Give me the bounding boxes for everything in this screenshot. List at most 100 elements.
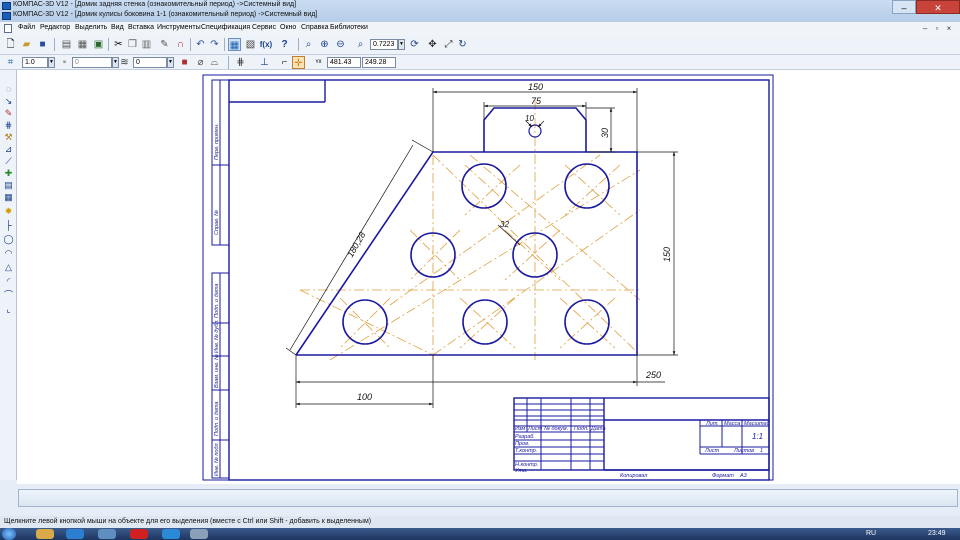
ie-icon[interactable] — [66, 529, 84, 539]
menu-select[interactable]: Выделить — [75, 24, 107, 31]
cut-icon[interactable]: ✂ — [112, 38, 125, 51]
zoom-scale-icon[interactable]: ⌕ — [354, 38, 367, 51]
ellipse-icon[interactable]: ◜ — [3, 276, 14, 287]
variables-icon[interactable]: ▦ — [228, 38, 241, 51]
zoom-out-icon[interactable]: ⊖ — [334, 38, 347, 51]
menu-editor[interactable]: Редактор — [40, 24, 70, 31]
save-icon[interactable]: ■ — [36, 38, 49, 51]
color-icon[interactable]: ■ — [178, 56, 191, 69]
snap-active-icon[interactable]: ✛ — [292, 56, 305, 69]
language-indicator[interactable]: RU — [866, 529, 876, 539]
fillet-icon[interactable]: ⌞ — [3, 304, 14, 315]
mdi-minimize-icon[interactable]: – — [920, 24, 930, 33]
circle-icon[interactable]: ◯ — [3, 234, 14, 245]
chevron-down-icon[interactable]: ▼ — [398, 39, 405, 50]
close-button[interactable]: ✕ — [916, 0, 960, 14]
style-field[interactable]: 0 — [72, 57, 112, 68]
tb-label-list: Лист — [527, 426, 543, 432]
designations-icon[interactable]: ✎ — [3, 108, 14, 119]
parametrization-icon[interactable]: ⚒ — [3, 132, 14, 143]
new-document-icon[interactable]: 🗋 — [4, 38, 17, 51]
arc-icon[interactable]: ◠ — [3, 248, 14, 259]
polygon-icon[interactable]: △ — [3, 262, 14, 273]
layer-field[interactable]: 0 — [133, 57, 167, 68]
binding-icon[interactable]: ⌀ — [194, 56, 207, 69]
line-width-field[interactable]: 1.0 — [22, 57, 48, 68]
minimize-button[interactable]: – — [892, 0, 916, 14]
grid-step-icon: ▪ — [62, 57, 67, 68]
axis-lines — [299, 100, 641, 361]
fx-button[interactable]: f(x) — [258, 38, 274, 51]
clock[interactable]: 23:49 — [928, 529, 946, 539]
menu-libraries[interactable]: Библиотеки — [330, 24, 368, 31]
zoom-scale-field[interactable]: 0.7223 — [370, 39, 398, 50]
dimensions-icon[interactable]: ↘ — [3, 96, 14, 107]
ortho-icon[interactable]: ⌐ — [278, 56, 291, 69]
skype-icon[interactable] — [162, 529, 180, 539]
auxiliary-line-icon[interactable]: ├ — [3, 220, 14, 231]
pan-icon[interactable]: ✥ — [426, 38, 439, 51]
print-icon[interactable]: ▤ — [60, 38, 73, 51]
menu-service[interactable]: Сервис — [252, 24, 276, 31]
show-all-icon[interactable]: ⤢ — [442, 38, 455, 51]
point-icon[interactable]: ✸ — [3, 206, 14, 217]
properties-icon[interactable]: ✎ — [158, 38, 171, 51]
kompas-task-icon[interactable] — [190, 529, 208, 539]
paste-icon[interactable]: ▥ — [140, 38, 153, 51]
snap-icon[interactable]: ⌗ — [4, 56, 17, 69]
chevron-down-icon[interactable]: ▼ — [167, 57, 174, 68]
redraw-icon[interactable]: ↻ — [456, 38, 469, 51]
redo-icon[interactable]: ↷ — [208, 38, 221, 51]
print-preview-icon[interactable]: ▦ — [76, 38, 89, 51]
spline-icon[interactable]: ⌒ — [3, 290, 14, 301]
undo-icon[interactable]: ↶ — [194, 38, 207, 51]
menu-file[interactable]: Файл — [18, 24, 35, 31]
side-label-podp-data: Подп. и дата — [214, 284, 220, 318]
zoom-in-icon[interactable]: ⊕ — [318, 38, 331, 51]
explorer-icon[interactable] — [36, 529, 54, 539]
edit-icon[interactable]: ⋕ — [3, 120, 14, 131]
drawing-canvas[interactable]: Перв. примен. Справ. № Подп. и дата Инв.… — [17, 70, 960, 484]
geometry-icon[interactable]: ◌ — [3, 84, 14, 95]
properties-panel[interactable] — [18, 489, 958, 507]
tb-label-data: Дата — [590, 426, 606, 432]
start-icon[interactable] — [2, 528, 16, 540]
magnet-icon[interactable]: ⌓ — [208, 56, 221, 69]
cursor-y-field[interactable]: 249.28 — [362, 57, 396, 68]
properties-panel-area — [0, 484, 960, 516]
drawing-sheet[interactable]: Перв. примен. Справ. № Подп. и дата Инв.… — [17, 70, 960, 484]
measure-icon[interactable]: ⊿ — [3, 144, 14, 155]
layers-icon[interactable]: ≋ — [118, 56, 131, 69]
mdi-close-icon[interactable]: × — [944, 24, 954, 33]
tb-label-lit: Лит. — [705, 421, 719, 427]
magnet-icon[interactable]: ∩ — [174, 38, 187, 51]
menu-help[interactable]: Справка — [301, 24, 328, 31]
refresh-icon[interactable]: ⟳ — [408, 38, 421, 51]
measure-icon[interactable]: ▧ — [244, 38, 257, 51]
help-pointer-icon[interactable]: ? — [278, 38, 291, 51]
insert-icon[interactable]: ▦ — [3, 192, 14, 203]
computer-icon[interactable] — [98, 529, 116, 539]
tb-label-tkontr: Т.контр. — [515, 448, 537, 454]
copy-icon[interactable]: ❐ — [126, 38, 139, 51]
menu-window[interactable]: Окно — [280, 24, 296, 31]
menu-specification[interactable]: Спецификация — [201, 24, 250, 31]
tb-label-izm: Изм — [515, 426, 525, 432]
kompas-app-icon — [2, 12, 11, 20]
cursor-x-field[interactable]: 481.43 — [327, 57, 361, 68]
menu-view[interactable]: Вид — [111, 24, 124, 31]
tb-label-list2: Лист — [704, 448, 720, 454]
local-cs-icon[interactable]: ⊥ — [258, 56, 271, 69]
grid-icon[interactable]: ⋕ — [234, 56, 247, 69]
open-folder-icon[interactable]: ▰ — [20, 38, 33, 51]
reports-icon[interactable]: ▤ — [3, 180, 14, 191]
opera-icon[interactable] — [130, 529, 148, 539]
spec-icon[interactable]: ✚ — [3, 168, 14, 179]
menu-tools[interactable]: Инструменты — [157, 24, 201, 31]
select-icon[interactable]: ⟋ — [3, 156, 14, 167]
chevron-down-icon[interactable]: ▼ — [48, 57, 55, 68]
mdi-restore-icon[interactable]: ▫ — [932, 24, 942, 33]
zoom-window-icon[interactable]: ⌕ — [302, 38, 315, 51]
manager-icon[interactable]: ▣ — [92, 38, 105, 51]
menu-insert[interactable]: Вставка — [128, 24, 154, 31]
